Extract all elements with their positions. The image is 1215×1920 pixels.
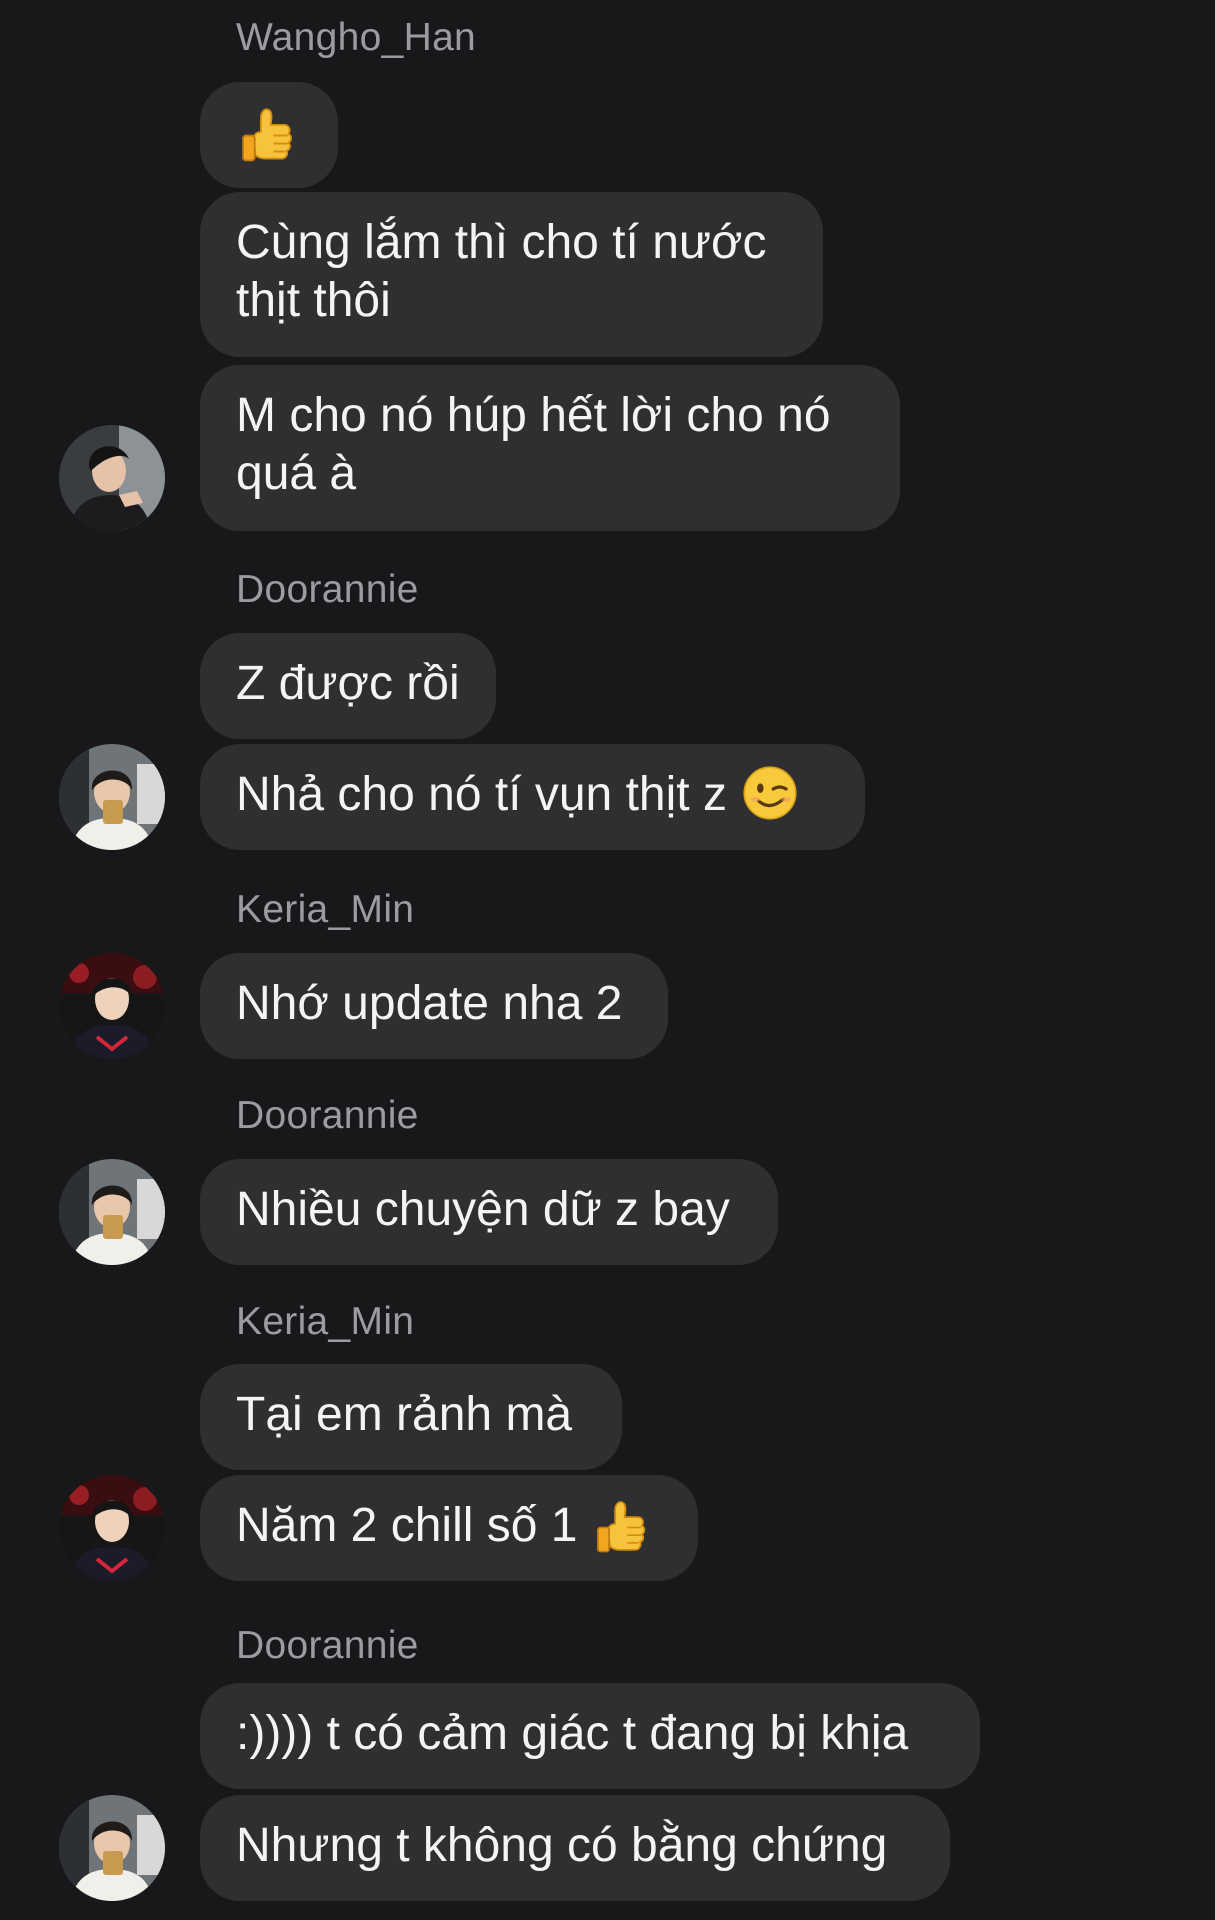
- sender-name: Doorannie: [236, 1094, 419, 1137]
- chat-thread: Wangho_Han Cùng lắm thì cho tí nước thịt…: [0, 0, 1215, 1920]
- message-bubble[interactable]: Nhả cho nó tí vụn thịt z: [200, 744, 865, 850]
- avatar-photo-doorannie: [59, 1795, 165, 1901]
- avatar-photo-keria: [59, 953, 165, 1059]
- message-bubble-emoji[interactable]: [200, 82, 338, 188]
- avatar[interactable]: [59, 425, 165, 531]
- message-text: Nhả cho nó tí vụn thịt z: [236, 768, 727, 821]
- message-bubble[interactable]: M cho nó húp hết lời cho nó quá à: [200, 365, 900, 531]
- winking-face-icon: [742, 765, 798, 821]
- sender-name: Doorannie: [236, 1624, 419, 1667]
- avatar-photo-doorannie: [59, 744, 165, 850]
- avatar-photo-doorannie: [59, 1159, 165, 1265]
- message-text: Năm 2 chill số 1: [236, 1499, 578, 1552]
- avatar[interactable]: [59, 1159, 165, 1265]
- avatar[interactable]: [59, 1795, 165, 1901]
- sender-name: Keria_Min: [236, 1300, 415, 1343]
- message-bubble[interactable]: :)))) t có cảm giác t đang bị khịa: [200, 1683, 980, 1789]
- thumbs-up-icon: [597, 1501, 646, 1553]
- avatar[interactable]: [59, 744, 165, 850]
- avatar[interactable]: [59, 1475, 165, 1581]
- sender-name: Keria_Min: [236, 888, 415, 931]
- sender-name: Wangho_Han: [236, 16, 477, 59]
- message-bubble[interactable]: Nhớ update nha 2: [200, 953, 668, 1059]
- message-bubble[interactable]: Năm 2 chill số 1: [200, 1475, 698, 1581]
- message-bubble[interactable]: Tại em rảnh mà: [200, 1364, 622, 1470]
- thumbs-up-icon: [242, 108, 293, 162]
- message-bubble[interactable]: Cùng lắm thì cho tí nước thịt thôi: [200, 192, 823, 357]
- avatar[interactable]: [59, 953, 165, 1059]
- message-bubble[interactable]: Z được rồi: [200, 633, 496, 739]
- sender-name: Doorannie: [236, 568, 419, 611]
- avatar-photo-keria: [59, 1475, 165, 1581]
- message-bubble[interactable]: Nhưng t không có bằng chứng: [200, 1795, 950, 1901]
- message-bubble[interactable]: Nhiều chuyện dữ z bay: [200, 1159, 778, 1265]
- avatar-photo-wangho: [59, 425, 165, 531]
